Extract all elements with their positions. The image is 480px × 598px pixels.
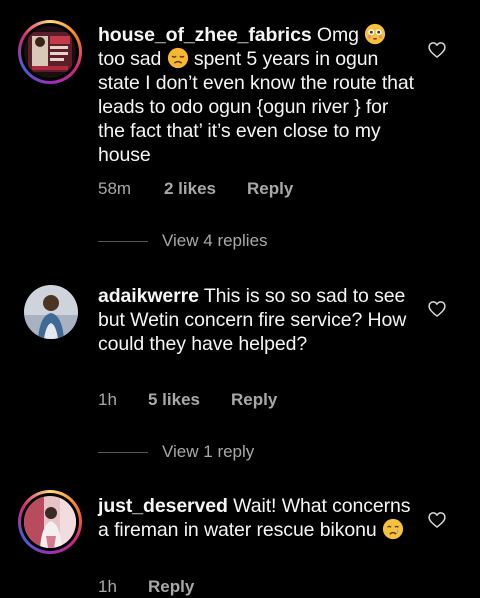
avatar-story-ring[interactable] xyxy=(18,20,82,84)
heart-icon[interactable] xyxy=(427,40,447,60)
avatar xyxy=(24,26,76,78)
username[interactable]: just_deserved xyxy=(98,495,228,517)
avatar xyxy=(24,496,76,548)
comment-text: house_of_zhee_fabrics Omg too sad spent … xyxy=(98,23,416,167)
comment-body: Omg xyxy=(311,24,365,46)
timestamp: 1h xyxy=(98,390,117,409)
username[interactable]: house_of_zhee_fabrics xyxy=(98,24,312,46)
thread-line xyxy=(98,452,148,453)
comment-text: just_deserved Wait! What concerns a fire… xyxy=(98,494,416,542)
reply-button[interactable]: Reply xyxy=(247,178,293,200)
disappointed-face-icon xyxy=(167,47,188,69)
heart-icon[interactable] xyxy=(427,510,447,530)
comment-body: too sad xyxy=(98,48,167,70)
view-replies-label: View 4 replies xyxy=(162,231,268,250)
timestamp: 58m xyxy=(98,179,132,198)
flushed-face-icon xyxy=(365,23,386,45)
likes-count[interactable]: 2 likes xyxy=(164,178,216,200)
thread-line xyxy=(98,241,148,242)
avatar[interactable] xyxy=(24,285,78,339)
timestamp: 1h xyxy=(98,577,117,596)
reply-button[interactable]: Reply xyxy=(231,389,277,411)
likes-count[interactable]: 5 likes xyxy=(148,389,200,411)
heart-icon[interactable] xyxy=(427,299,447,319)
avatar-image xyxy=(24,285,78,339)
username[interactable]: adaikwerre xyxy=(98,285,199,307)
comment-text: adaikwerre This is so so sad to see but … xyxy=(98,284,416,356)
crying-face-icon xyxy=(382,518,404,540)
avatar-story-ring[interactable] xyxy=(18,490,82,554)
reply-button[interactable]: Reply xyxy=(148,576,194,598)
view-replies-label: View 1 reply xyxy=(162,442,255,461)
